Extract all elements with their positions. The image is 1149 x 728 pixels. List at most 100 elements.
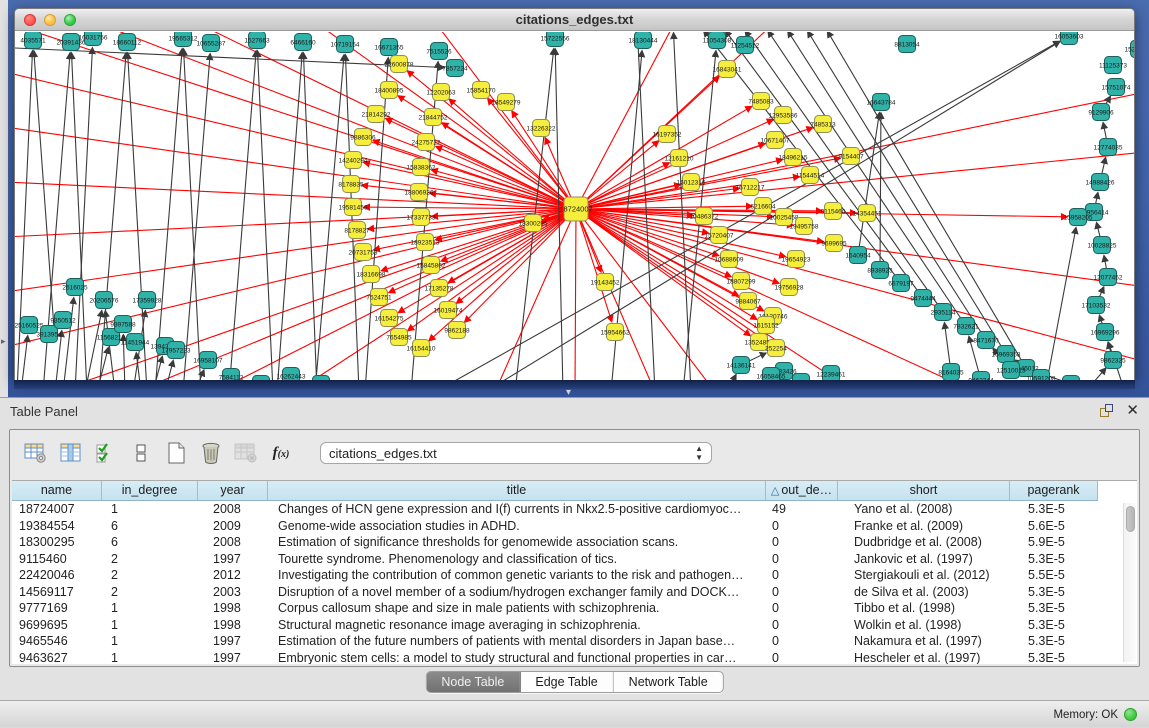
- graph-node[interactable]: 17103532: [1082, 297, 1111, 314]
- citation-edge[interactable]: [72, 53, 87, 380]
- graph-node-hub[interactable]: 18724007: [559, 197, 592, 221]
- graph-node[interactable]: 18807299: [727, 273, 756, 290]
- tab-network-table[interactable]: Network Table: [614, 672, 723, 692]
- graph-node[interactable]: 16969296: [1091, 324, 1120, 341]
- citation-edge-red[interactable]: [449, 209, 576, 283]
- tab-node-table[interactable]: Node Table: [426, 672, 520, 692]
- citation-edge[interactable]: [345, 55, 359, 380]
- float-panel-icon[interactable]: [1100, 404, 1114, 418]
- graph-node[interactable]: 19581456: [339, 199, 368, 216]
- graph-node[interactable]: 18806926: [405, 184, 434, 201]
- graph-node[interactable]: 16197352: [653, 126, 682, 143]
- graph-node[interactable]: 16154410: [407, 340, 436, 357]
- citation-edge[interactable]: [183, 54, 210, 380]
- citation-edge[interactable]: [674, 33, 691, 380]
- table-row[interactable]: 1456911722003Disruption of a novel membe…: [12, 584, 1122, 601]
- graph-node[interactable]: 8178827: [344, 222, 370, 239]
- vertical-scrollbar[interactable]: [1123, 503, 1136, 662]
- column-header-in_degree[interactable]: in_degree: [102, 481, 198, 501]
- citation-edge[interactable]: [808, 32, 1006, 354]
- citation-edge-red[interactable]: [575, 209, 576, 380]
- graph-node[interactable]: 8471670: [973, 332, 999, 349]
- column-header-short[interactable]: short: [838, 481, 1010, 501]
- graph-node[interactable]: 19565312: [169, 32, 198, 47]
- citation-edge-red[interactable]: [576, 209, 779, 283]
- delete-column-icon[interactable]: [197, 439, 225, 467]
- citation-edge-red[interactable]: [576, 158, 840, 209]
- graph-node[interactable]: 15751074: [1102, 79, 1131, 96]
- table-mode-icon[interactable]: [22, 439, 50, 467]
- citation-edge-red[interactable]: [495, 209, 576, 380]
- column-header-pagerank[interactable]: pagerank: [1010, 481, 1098, 501]
- graph-node[interactable]: 9462744: [968, 372, 994, 381]
- citation-edge-red[interactable]: [15, 32, 576, 209]
- table-row[interactable]: 1938455462009Genome-wide association stu…: [12, 518, 1122, 535]
- graph-node[interactable]: 15218586: [1125, 41, 1135, 58]
- column-header-out_degree[interactable]: △out_de…: [766, 481, 838, 501]
- scrollbar-thumb[interactable]: [1126, 506, 1135, 532]
- graph-node[interactable]: 18130444: [629, 32, 658, 49]
- citation-edge[interactable]: [34, 51, 55, 342]
- graph-node[interactable]: 11544514: [796, 167, 825, 184]
- close-panel-icon[interactable]: ✕: [1126, 404, 1139, 418]
- graph-node[interactable]: 10028825: [1088, 237, 1117, 254]
- citation-edge-red[interactable]: [215, 209, 576, 380]
- column-header-name[interactable]: name: [12, 481, 102, 501]
- citation-edge-red[interactable]: [15, 209, 576, 292]
- table-row[interactable]: 946362711997Embryonic stem cells: a mode…: [12, 650, 1122, 665]
- graph-node[interactable]: 13226322: [527, 120, 556, 137]
- citation-edge[interactable]: [828, 32, 1026, 368]
- table-row[interactable]: 1872400712008Changes of HCN gene express…: [12, 501, 1122, 518]
- citation-edge[interactable]: [858, 113, 879, 255]
- graph-node[interactable]: 11125373: [1099, 57, 1127, 74]
- citation-edge-red[interactable]: [95, 32, 576, 209]
- citation-edge[interactable]: [155, 49, 182, 380]
- graph-node[interactable]: 252254: [765, 340, 787, 357]
- citation-edge[interactable]: [1045, 228, 1076, 380]
- graph-node[interactable]: 12953586: [769, 107, 798, 124]
- citation-edge-red[interactable]: [429, 209, 576, 341]
- graph-node[interactable]: 18496215: [779, 149, 808, 166]
- graph-node[interactable]: 24275712: [412, 134, 441, 151]
- graph-node[interactable]: 12774035: [1094, 139, 1123, 156]
- graph-node[interactable]: 8164035: [938, 364, 964, 381]
- graph-node[interactable]: 7524751: [366, 289, 392, 306]
- graph-node[interactable]: 7654985: [386, 329, 412, 346]
- graph-node[interactable]: 7584112: [219, 369, 244, 381]
- graph-node[interactable]: 15954662: [601, 324, 630, 341]
- graph-node[interactable]: 9129906: [1088, 104, 1114, 121]
- graph-node[interactable]: 7515526: [426, 43, 452, 60]
- graph-node[interactable]: 9115460: [821, 203, 846, 220]
- minimize-window-icon[interactable]: [44, 14, 56, 26]
- network-window[interactable]: citations_edges.txt 18724007403557120391…: [14, 8, 1135, 380]
- graph-node[interactable]: 9886306: [350, 129, 376, 146]
- graph-node[interactable]: 10719154: [331, 36, 360, 53]
- table-select-dropdown[interactable]: citations_edges.txt▲▼: [320, 442, 712, 464]
- graph-node[interactable]: 9154407: [838, 148, 864, 165]
- graph-node[interactable]: 21814292: [362, 106, 391, 123]
- table-row[interactable]: 911546021997Tourette syndrome. Phenomeno…: [12, 551, 1122, 568]
- tab-edge-table[interactable]: Edge Table: [520, 672, 613, 692]
- create-column-icon[interactable]: [162, 439, 190, 467]
- table-row[interactable]: 977716911998Corpus callosum shape and si…: [12, 600, 1122, 617]
- graph-node[interactable]: 15854170: [467, 82, 496, 99]
- citation-edge-red[interactable]: [373, 141, 576, 209]
- row-selection-icon[interactable]: [127, 439, 155, 467]
- show-columns-icon[interactable]: [57, 439, 85, 467]
- graph-node[interactable]: 6679197: [888, 275, 914, 292]
- graph-node[interactable]: 9862325: [1100, 352, 1126, 369]
- graph-node[interactable]: 16969358: [992, 346, 1021, 363]
- function-builder-icon[interactable]: f(x): [267, 439, 295, 467]
- network-canvas[interactable]: 1872400740355712039143616031756186601121…: [15, 32, 1134, 380]
- citation-edge[interactable]: [257, 51, 273, 380]
- citation-edge[interactable]: [315, 55, 344, 380]
- zoom-window-icon[interactable]: [64, 14, 76, 26]
- graph-node[interactable]: 16643784: [867, 94, 896, 111]
- graph-node[interactable]: 16671355: [375, 39, 404, 56]
- select-all-icon[interactable]: [92, 439, 120, 467]
- citation-edge-red[interactable]: [576, 32, 675, 209]
- graph-node[interactable]: 16262443: [277, 368, 306, 381]
- graph-node[interactable]: 10655287: [197, 35, 226, 52]
- graph-node[interactable]: 14136141: [727, 357, 756, 374]
- graph-node[interactable]: 18660112: [113, 34, 142, 51]
